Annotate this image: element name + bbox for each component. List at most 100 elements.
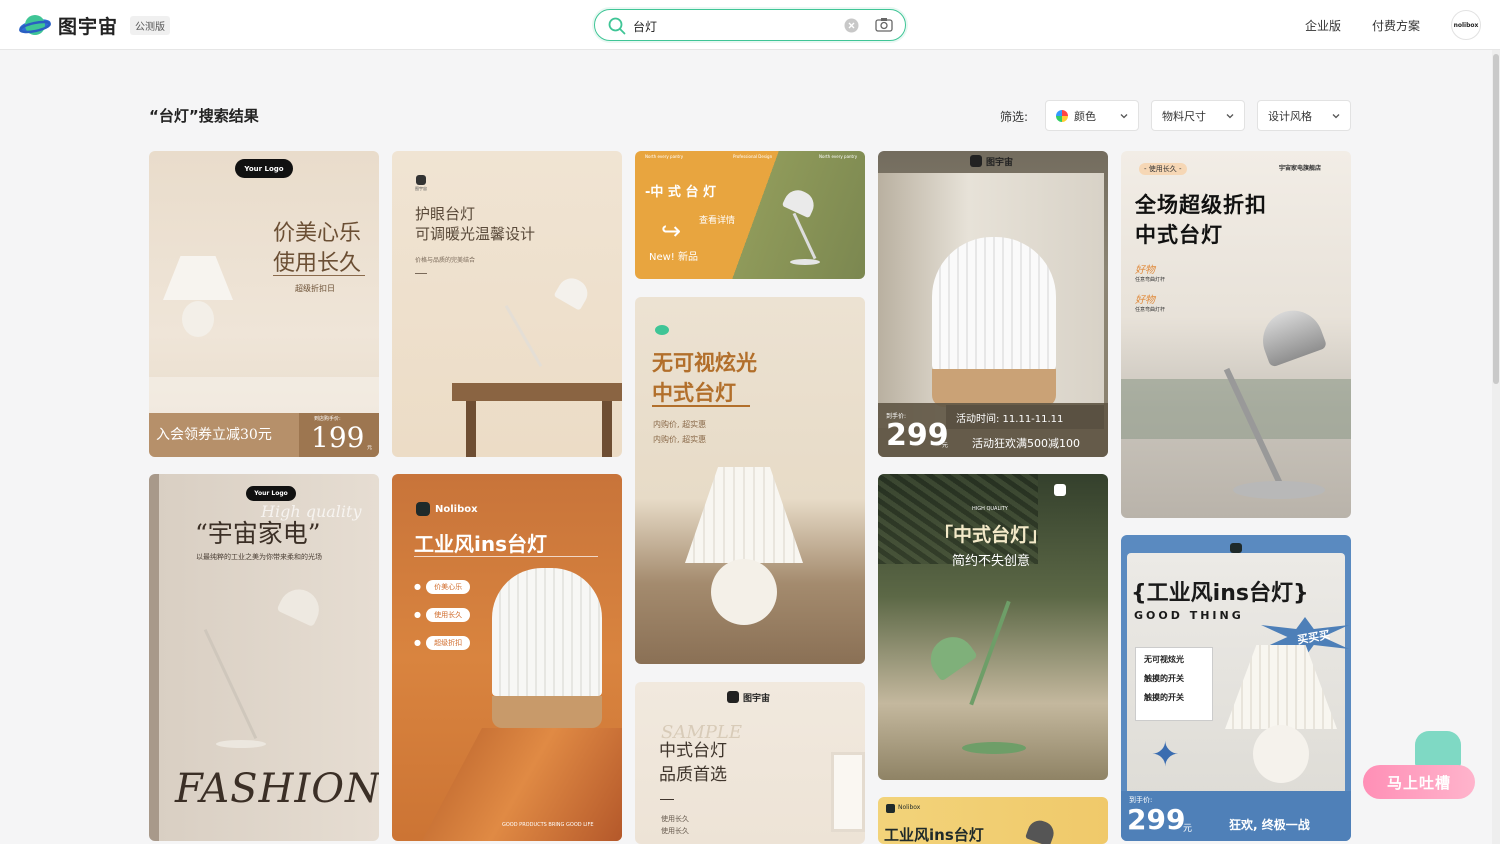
lamp-base bbox=[790, 259, 820, 265]
clear-search-icon[interactable] bbox=[844, 18, 859, 37]
search-input[interactable] bbox=[633, 16, 833, 36]
pricing-link[interactable]: 付费方案 bbox=[1372, 17, 1420, 34]
template-card[interactable]: {工业风ins台灯} GOOD THING 买买买 无可视炫光 触摸的开关 触摸… bbox=[1121, 535, 1351, 841]
card-headline: 品质首选 bbox=[659, 765, 727, 785]
good-label: 好物 bbox=[1135, 265, 1155, 276]
template-card[interactable]: 图宇宙 护眼台灯 可调暖光温馨设计 价格与品质的完美结合 bbox=[392, 151, 622, 457]
lamp-head bbox=[781, 185, 819, 219]
lamp-wood-base bbox=[492, 696, 602, 728]
brand-name: 图宇宙 bbox=[58, 15, 119, 38]
lamp-base bbox=[711, 559, 777, 625]
avatar[interactable]: nolibox bbox=[1451, 10, 1481, 40]
stool-leg bbox=[466, 401, 476, 457]
planet-logo-icon bbox=[18, 11, 52, 39]
page-scrollbar[interactable] bbox=[1492, 50, 1500, 844]
card-subtitle: 内购价, 超实惠 bbox=[653, 420, 707, 429]
event-time: 活动时间: 11.11-11.11 bbox=[956, 414, 1064, 425]
tag-pill: 使用长久 bbox=[426, 608, 471, 622]
tag-list: ● 价美心乐 ● 使用长久 ● 超级折扣 bbox=[414, 574, 471, 650]
card-subtitle: 使用长久 bbox=[661, 827, 689, 835]
template-card[interactable]: Nolibox 工业风ins台灯 ● 价美心乐 ● 使用长久 ● 超级折扣 GO… bbox=[392, 474, 622, 841]
feedback-button[interactable]: 马上吐槽 bbox=[1363, 765, 1475, 799]
divider bbox=[415, 273, 427, 274]
brand-name: Nolibox bbox=[435, 504, 478, 515]
feedback-widget[interactable]: 马上吐槽 bbox=[1363, 731, 1476, 801]
card-subtitle: GOOD THING bbox=[1134, 609, 1244, 622]
card-headline: 价美心乐 bbox=[273, 221, 362, 246]
brand-logo[interactable]: 图宇宙 公测版 bbox=[18, 11, 171, 39]
price-unit: 元 bbox=[367, 445, 373, 451]
card-subtitle: 内购价, 超实惠 bbox=[653, 435, 707, 444]
card-logo: Your Logo bbox=[246, 486, 296, 501]
card-logo: Your Logo bbox=[235, 159, 293, 178]
template-card[interactable]: North every pantry Professional Design N… bbox=[635, 151, 865, 279]
card-headline: 中式台灯 bbox=[659, 741, 727, 761]
card-headline: 使用长久 bbox=[273, 251, 362, 276]
card-subtitle: 以最纯粹的工业之美为你带来柔和的光场 bbox=[196, 553, 322, 561]
new-label: New! 新品 bbox=[649, 252, 698, 263]
mascot-icon bbox=[1415, 731, 1461, 769]
card-subtitle: 使用长久 bbox=[661, 815, 689, 823]
tag-pill: 价美心乐 bbox=[426, 580, 471, 594]
template-card[interactable]: HIGH QUALITY 「中式台灯」 简约不失创意 bbox=[878, 474, 1108, 780]
card-headline: 工业风ins台灯 bbox=[884, 826, 984, 844]
search-bar[interactable] bbox=[594, 9, 906, 41]
card-subtitle: 价格与品质的完美结合 bbox=[415, 257, 476, 264]
divider bbox=[414, 556, 598, 557]
template-card[interactable]: Your Logo 价美心乐 使用长久 超级折扣日 入会领券立减30元 到店购手… bbox=[149, 151, 379, 457]
filter-label: 筛选: bbox=[1000, 110, 1029, 124]
shop-name: 宇宙家电旗舰店 bbox=[1279, 165, 1322, 172]
template-card[interactable]: - 使用长久 - 宇宙家电旗舰店 全场超级折扣 中式台灯 好物 任意弯曲灯杆 好… bbox=[1121, 151, 1351, 518]
feature-list: 无可视炫光 触摸的开关 触摸的开关 bbox=[1135, 647, 1213, 721]
template-card[interactable]: Nolibox 工业风ins台灯 bbox=[878, 797, 1108, 844]
template-card[interactable]: 无可视炫光 中式台灯 内购价, 超实惠 内购价, 超实惠 bbox=[635, 297, 865, 664]
price: 299 bbox=[886, 418, 949, 453]
lamp-base bbox=[962, 742, 1026, 754]
promo-text: 活动狂欢满500减100 bbox=[972, 437, 1080, 450]
filter-color[interactable]: 颜色 bbox=[1045, 100, 1139, 131]
card-headline: 「中式台灯」 bbox=[934, 524, 1049, 546]
price: 199 bbox=[311, 421, 365, 454]
price-unit: 元 bbox=[1183, 824, 1193, 834]
brand-mark-icon bbox=[727, 691, 739, 703]
coupon-text: 入会领券立减30元 bbox=[156, 427, 272, 443]
beta-badge: 公测版 bbox=[130, 15, 171, 35]
stool-leg bbox=[602, 401, 612, 457]
template-card[interactable]: 图宇宙 SAMPLE 中式台灯 品质首选 使用长久 使用长久 bbox=[635, 682, 865, 844]
filter-style[interactable]: 设计风格 bbox=[1257, 100, 1351, 131]
card-top-text: Professional Design bbox=[733, 154, 773, 159]
brand-mark-icon bbox=[1230, 543, 1242, 553]
lamp-body bbox=[932, 237, 1056, 371]
sparkle-icon: ✦ bbox=[1151, 735, 1180, 775]
scroll-thumb[interactable] bbox=[1493, 54, 1499, 384]
enterprise-link[interactable]: 企业版 bbox=[1305, 17, 1341, 34]
results-title: “台灯”搜索结果 bbox=[149, 107, 259, 125]
good-sub: 任意弯曲灯杆 bbox=[1135, 307, 1166, 313]
lamp-head bbox=[922, 628, 978, 682]
lamp-body bbox=[492, 568, 602, 696]
card-headline: 中式台灯 bbox=[652, 381, 736, 405]
brand-name: 图宇宙 bbox=[986, 158, 1014, 168]
template-card[interactable]: 图宇宙 到手价: 299 元 活动时间: 11.11-11.11 活动狂欢满50… bbox=[878, 151, 1108, 457]
lamp-head bbox=[1254, 302, 1328, 368]
lamp-head bbox=[553, 273, 593, 311]
card-subtitle: 简约不失创意 bbox=[952, 554, 1031, 569]
card-top-text: North every pantry bbox=[645, 154, 684, 159]
divider bbox=[652, 405, 750, 407]
feature-item: 触摸的开关 bbox=[1144, 693, 1184, 702]
brand-mark-icon bbox=[886, 804, 895, 813]
detail-link[interactable]: 查看详情 bbox=[699, 213, 735, 226]
lamp-wood-base bbox=[932, 369, 1056, 407]
card-tag: 超级折扣日 bbox=[295, 284, 335, 293]
lamp-arm bbox=[792, 212, 817, 260]
top-header: 图宇宙 公测版 企业版 付费方案 nolibox bbox=[0, 0, 1500, 50]
camera-icon[interactable] bbox=[875, 17, 893, 37]
filter-size[interactable]: 物料尺寸 bbox=[1151, 100, 1245, 131]
card-headline: 中式台灯 bbox=[1135, 223, 1223, 247]
feature-item: 无可视炫光 bbox=[1144, 655, 1184, 664]
brand-mark-icon bbox=[655, 325, 669, 335]
brand-name: 图宇宙 bbox=[743, 694, 771, 704]
template-card[interactable]: Your Logo High quality “宇宙家电” 以最纯粹的工业之美为… bbox=[149, 474, 379, 841]
lamp-base bbox=[1253, 725, 1309, 783]
tag-pill: 超级折扣 bbox=[426, 636, 471, 650]
